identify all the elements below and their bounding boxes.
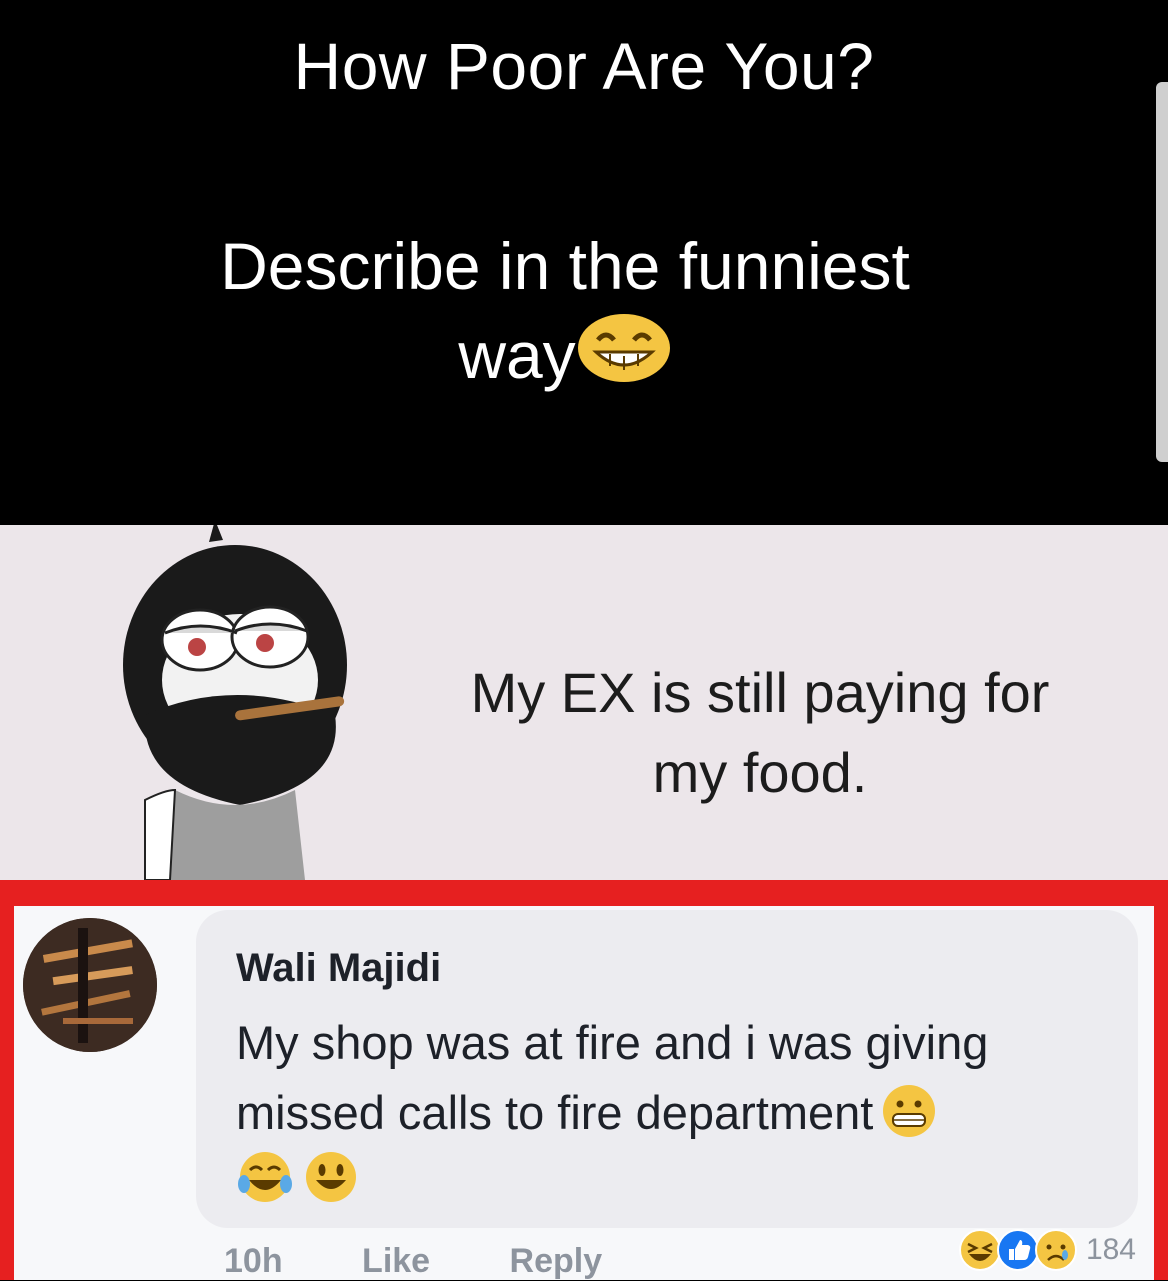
like-button[interactable]: Like	[362, 1242, 430, 1280]
reaction-summary[interactable]: 184	[958, 1228, 1136, 1272]
meme-caption-line-1: My EX is still paying for	[470, 661, 1050, 724]
grinning-squinting-face-icon	[577, 314, 670, 382]
meme-caption: My EX is still paying for my food.	[380, 653, 1140, 813]
meme-caption-line-2: my food.	[652, 741, 868, 804]
post-question: Describe in the funniest way	[60, 222, 1070, 399]
post-title: How Poor Are You?	[293, 29, 875, 103]
question-line-1: Describe in the funniest	[220, 229, 910, 303]
reply-button[interactable]: Reply	[510, 1242, 603, 1280]
highlight-frame: Wali Majidi My shop was at fire and i wa…	[0, 880, 1168, 1280]
smiling-face-icon	[306, 1152, 357, 1202]
comment-line-1: My shop was at fire and i was giving	[236, 1016, 989, 1069]
comment-time: 10h	[224, 1242, 283, 1280]
scrollbar[interactable]	[1156, 82, 1168, 462]
comment-card: Wali Majidi My shop was at fire and i wa…	[14, 906, 1154, 1280]
avatar-image	[23, 918, 157, 1052]
reaction-count: 184	[1085, 1233, 1136, 1266]
comment-bubble: Wali Majidi My shop was at fire and i wa…	[196, 910, 1138, 1228]
avatar[interactable]	[23, 918, 157, 1052]
comment-line-2: missed calls to fire department	[236, 1086, 874, 1139]
bearded-character-image	[123, 525, 347, 880]
grimacing-face-icon	[883, 1085, 936, 1137]
tears-of-joy-icon	[238, 1152, 292, 1202]
comment-author[interactable]: Wali Majidi	[236, 946, 441, 991]
sad-reaction-icon	[1034, 1229, 1077, 1271]
comment-text: My shop was at fire and i was giving mis…	[236, 1008, 1136, 1148]
post-header: How Poor Are You? Describe in the funnie…	[0, 0, 1168, 525]
trailing-emojis	[236, 1148, 364, 1211]
question-line-2: way	[458, 318, 576, 392]
meme-panel: My EX is still paying for my food.	[0, 525, 1168, 880]
comment-actions: 10h Like Reply	[224, 1242, 672, 1281]
